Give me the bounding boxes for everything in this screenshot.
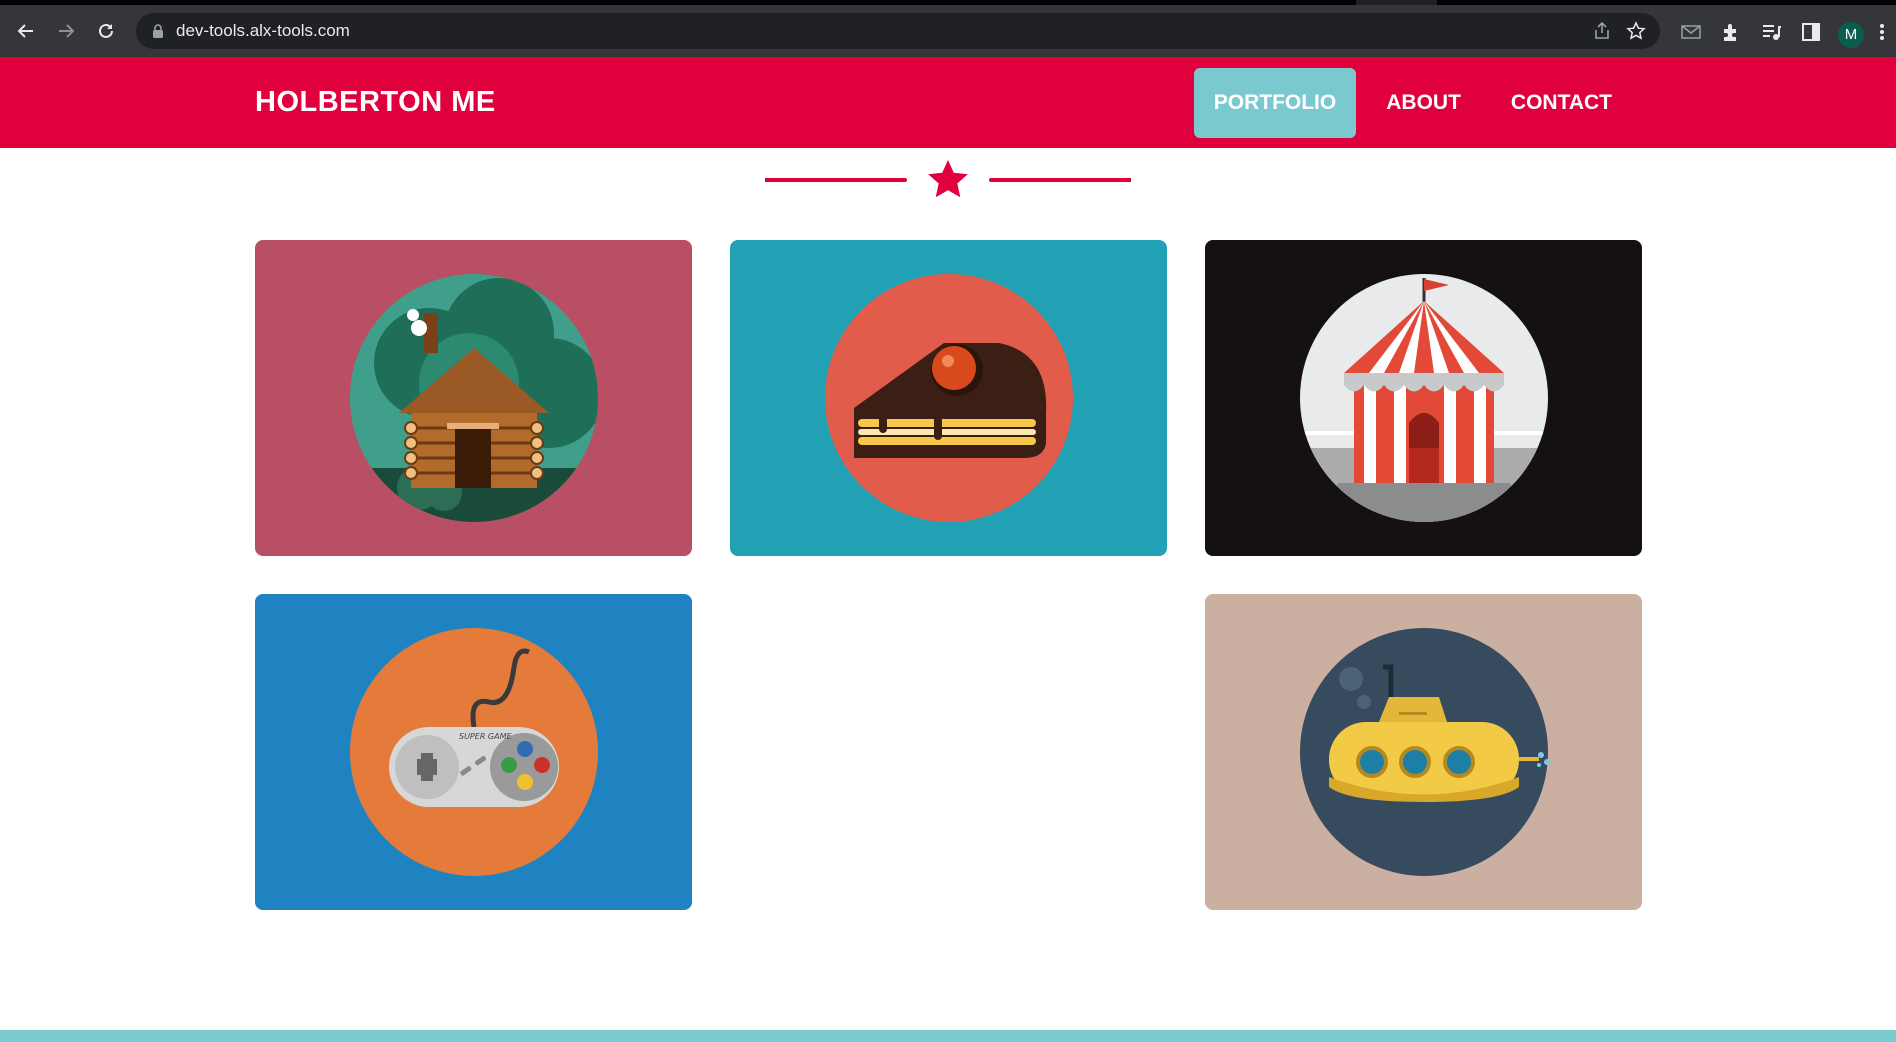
portfolio-item-submarine[interactable] — [1205, 594, 1642, 910]
nav-portfolio[interactable]: PORTFOLIO — [1193, 68, 1357, 138]
browser-toolbar: dev-tools.alx-tools.com M — [0, 5, 1896, 58]
cabin-illustration — [349, 274, 598, 522]
media-control-icon[interactable] — [1760, 21, 1782, 43]
portfolio-item-circus[interactable] — [1205, 240, 1642, 556]
share-icon[interactable] — [1592, 21, 1612, 41]
game-controller-illustration: SUPER GAME — [349, 628, 598, 876]
lock-icon — [153, 24, 163, 38]
reload-icon[interactable] — [91, 16, 121, 46]
portfolio-item-cake[interactable] — [730, 240, 1167, 556]
nav-contact[interactable]: CONTACT — [1491, 68, 1632, 138]
back-icon[interactable] — [11, 16, 41, 46]
footer-strip — [0, 1030, 1896, 1042]
site-logo[interactable]: HOLBERTON ME — [255, 57, 496, 148]
portfolio-item-cabin[interactable] — [255, 240, 692, 556]
site-header: HOLBERTON ME PORTFOLIO ABOUT CONTACT — [0, 57, 1896, 148]
more-menu-icon[interactable] — [1876, 21, 1888, 43]
forward-icon[interactable] — [51, 16, 81, 46]
address-bar[interactable]: dev-tools.alx-tools.com — [136, 13, 1660, 49]
main-nav: PORTFOLIO ABOUT CONTACT — [1184, 68, 1632, 138]
section-divider — [765, 160, 1131, 198]
cake-illustration — [824, 274, 1073, 522]
portfolio-item-game-controller[interactable]: SUPER GAME — [255, 594, 692, 910]
bookmark-star-icon[interactable] — [1626, 21, 1646, 41]
circus-tent-illustration — [1299, 274, 1548, 522]
controller-brand-text: SUPER GAME — [459, 732, 512, 741]
profile-avatar[interactable]: M — [1838, 22, 1864, 48]
mail-extension-icon[interactable] — [1680, 21, 1702, 43]
url-text: dev-tools.alx-tools.com — [176, 21, 350, 40]
side-panel-icon[interactable] — [1800, 21, 1822, 43]
submarine-illustration — [1299, 628, 1549, 876]
puzzle-extensions-icon[interactable] — [1720, 21, 1742, 43]
nav-about[interactable]: ABOUT — [1366, 68, 1481, 138]
star-icon — [928, 160, 968, 198]
